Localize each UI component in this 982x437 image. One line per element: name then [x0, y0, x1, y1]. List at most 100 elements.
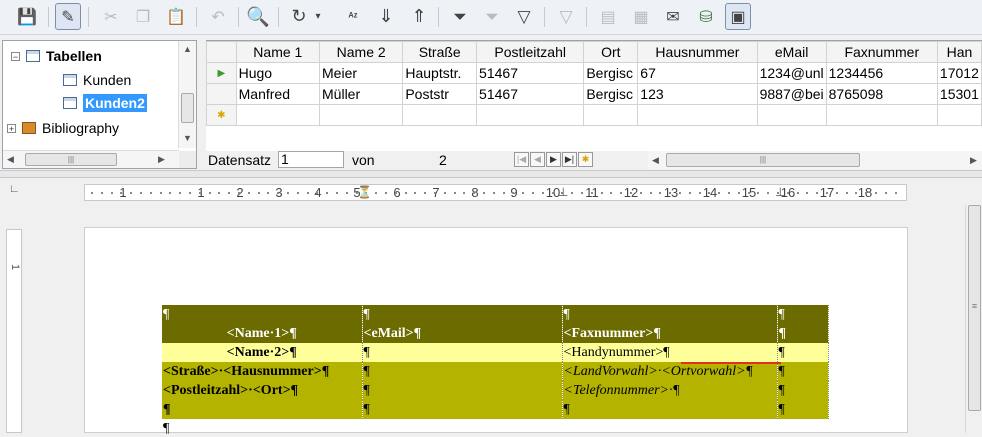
label-cell[interactable]: ¶ — [777, 400, 829, 419]
new-record-icon[interactable]: ✱ — [206, 104, 237, 126]
next-record-icon[interactable]: ▶ — [546, 152, 561, 167]
label-cell[interactable]: ¶ — [562, 305, 778, 324]
label-cell[interactable]: <Handynummer>¶ — [562, 343, 778, 362]
indent-marker-icon[interactable]: ⊥ — [558, 185, 568, 199]
sort-ascending-icon[interactable]: ⇓ — [373, 3, 399, 30]
scroll-left-icon[interactable]: ◀ — [652, 155, 659, 166]
grid-cell[interactable]: Poststr — [402, 83, 478, 105]
scroll-down-icon[interactable]: ▼ — [183, 133, 192, 143]
label-cell[interactable]: <Straße>·<Hausnummer>¶ — [162, 362, 363, 381]
label-cell[interactable]: ¶ — [777, 381, 829, 400]
tree-item-kunden2[interactable]: Kunden2 — [63, 92, 147, 114]
label-row[interactable]: <Name·2>¶ ¶ <Handynummer>¶ ¶ — [162, 343, 829, 362]
tree-horizontal-scrollbar[interactable]: ◀ ||| ▶ — [3, 150, 179, 168]
last-record-icon[interactable]: ▶| — [562, 152, 577, 167]
column-header[interactable]: Han — [936, 41, 982, 63]
grid-cell[interactable]: Bergisc — [583, 83, 639, 105]
tree-vertical-scrollbar[interactable]: ▲ ▼ — [178, 41, 196, 148]
label-cell[interactable]: <Telefonnummer>·¶ — [562, 381, 778, 400]
label-cell[interactable]: ¶ — [777, 324, 829, 343]
label-cell[interactable]: ¶ — [162, 400, 363, 419]
remove-filter-icon[interactable]: ▽ — [553, 3, 579, 30]
edit-mode-icon[interactable]: ✎ — [55, 3, 81, 30]
column-header[interactable]: Hausnummer — [637, 41, 758, 63]
grid-cell[interactable]: 17012 — [936, 62, 982, 84]
column-header[interactable]: Postleitzahl — [476, 41, 585, 63]
scroll-thumb[interactable]: ||| — [25, 153, 117, 166]
label-cell[interactable]: ¶ — [162, 305, 363, 324]
grid-cell[interactable]: Hauptstr. — [402, 62, 478, 84]
grid-cell[interactable]: 9887@bei — [756, 83, 827, 105]
grid-cell[interactable] — [476, 104, 585, 126]
grid-cell[interactable]: Meier — [319, 62, 404, 84]
data-source-icon[interactable]: ⛁ — [693, 3, 719, 30]
label-cell[interactable]: ¶ — [362, 362, 563, 381]
record-number-input[interactable]: 1 — [278, 151, 344, 168]
table-row[interactable]: ▶ Hugo Meier Hauptstr. 51467 Bergisc 67 … — [206, 62, 982, 84]
scroll-right-icon[interactable]: ▶ — [970, 155, 977, 166]
grid-cell[interactable]: Hugo — [235, 62, 321, 84]
apply-filter-icon[interactable]: ▽ — [511, 3, 537, 30]
copy-icon[interactable]: ❐ — [130, 3, 156, 30]
tab-stop-icon[interactable]: ∟ — [9, 183, 20, 195]
explorer-icon[interactable]: ▣ — [725, 3, 751, 30]
row-header-corner[interactable] — [206, 41, 237, 63]
standard-filter-icon[interactable]: ⏷ — [479, 3, 505, 30]
label-cell[interactable]: ¶ — [777, 362, 829, 381]
label-cell[interactable]: ¶ — [777, 343, 829, 362]
grid-cell[interactable]: 123 — [637, 83, 758, 105]
label-cell[interactable]: ¶ — [362, 381, 563, 400]
label-row[interactable]: <Straße>·<Hausnummer>¶ ¶ <LandVorwahl>·<Or… — [162, 362, 829, 381]
scroll-thumb[interactable]: ≡ — [968, 205, 981, 411]
horizontal-ruler[interactable]: 1234567891011121314151617181⏳⊥⊥ — [84, 184, 907, 201]
new-record-button-icon[interactable]: ✱ — [578, 152, 593, 167]
label-row[interactable]: ¶ ¶ ¶ ¶ — [162, 305, 829, 324]
current-row-icon[interactable]: ▶ — [206, 62, 237, 84]
new-record-row[interactable]: ✱ — [206, 104, 982, 126]
column-header[interactable]: Straße — [402, 41, 478, 63]
mail-merge-icon[interactable]: ✉ — [660, 3, 686, 30]
label-cell[interactable]: <Name·1>¶ — [162, 324, 363, 343]
grid-cell[interactable] — [235, 104, 321, 126]
label-row[interactable]: ¶ ¶ ¶ ¶ — [162, 400, 829, 419]
grid-cell[interactable]: 8765098 — [825, 83, 938, 105]
grid-cell[interactable]: Bergisc — [583, 62, 639, 84]
grid-cell[interactable]: Müller — [319, 83, 404, 105]
tree-item-kunden[interactable]: Kunden — [63, 69, 131, 91]
scroll-thumb[interactable]: ||| — [666, 153, 860, 167]
scroll-left-icon[interactable]: ◀ — [7, 154, 14, 165]
label-cell[interactable]: <Name·2>¶ — [162, 343, 363, 362]
grid-cell[interactable]: 1234456 — [825, 62, 938, 84]
row-header[interactable] — [206, 83, 237, 105]
grid-cell[interactable] — [319, 104, 404, 126]
document-vertical-scrollbar[interactable]: ≡ — [965, 205, 982, 433]
scroll-up-icon[interactable]: ▲ — [183, 44, 192, 54]
label-cell[interactable]: <LandVorwahl>·<Ortvorwahl>¶ — [562, 362, 778, 381]
label-cell[interactable]: ¶ — [362, 400, 563, 419]
undo-icon[interactable]: ↶ — [205, 3, 231, 30]
grid-cell[interactable] — [637, 104, 758, 126]
refresh-dropdown-icon[interactable]: ▾ — [311, 3, 325, 30]
scroll-right-icon[interactable]: ▶ — [158, 154, 165, 165]
tree-node-bibliography[interactable]: + Bibliography — [7, 117, 119, 139]
column-header[interactable]: Faxnummer — [825, 41, 938, 63]
grid-cell[interactable]: 15301 — [936, 83, 982, 105]
grid-cell[interactable]: Manfred — [235, 83, 321, 105]
first-record-icon[interactable]: |◀ — [514, 152, 529, 167]
column-header[interactable]: Name 2 — [319, 41, 404, 63]
indent-marker-icon[interactable]: ⏳ — [357, 185, 372, 199]
collapse-icon[interactable]: − — [11, 51, 20, 61]
grid-cell[interactable]: 1234@unl — [756, 62, 827, 84]
column-header[interactable]: eMail — [756, 41, 827, 63]
column-header[interactable]: Ort — [583, 41, 639, 63]
previous-record-icon[interactable]: ◀ — [530, 152, 545, 167]
tree-node-tables[interactable]: − Tabellen — [11, 45, 102, 67]
label-cell[interactable]: <Faxnummer>¶ — [562, 324, 778, 343]
data-to-fields-icon[interactable]: ▦ — [628, 3, 654, 30]
label-cell[interactable]: ¶ — [562, 400, 778, 419]
table-row[interactable]: Manfred Müller Poststr 51467 Bergisc 123… — [206, 83, 982, 105]
label-cell[interactable]: ¶ — [777, 305, 829, 324]
autofilter-icon[interactable]: ⏷ — [447, 3, 473, 30]
indent-marker-icon[interactable]: ⊥ — [775, 185, 785, 199]
sort-icon[interactable]: ᴬᶻ — [340, 3, 366, 30]
